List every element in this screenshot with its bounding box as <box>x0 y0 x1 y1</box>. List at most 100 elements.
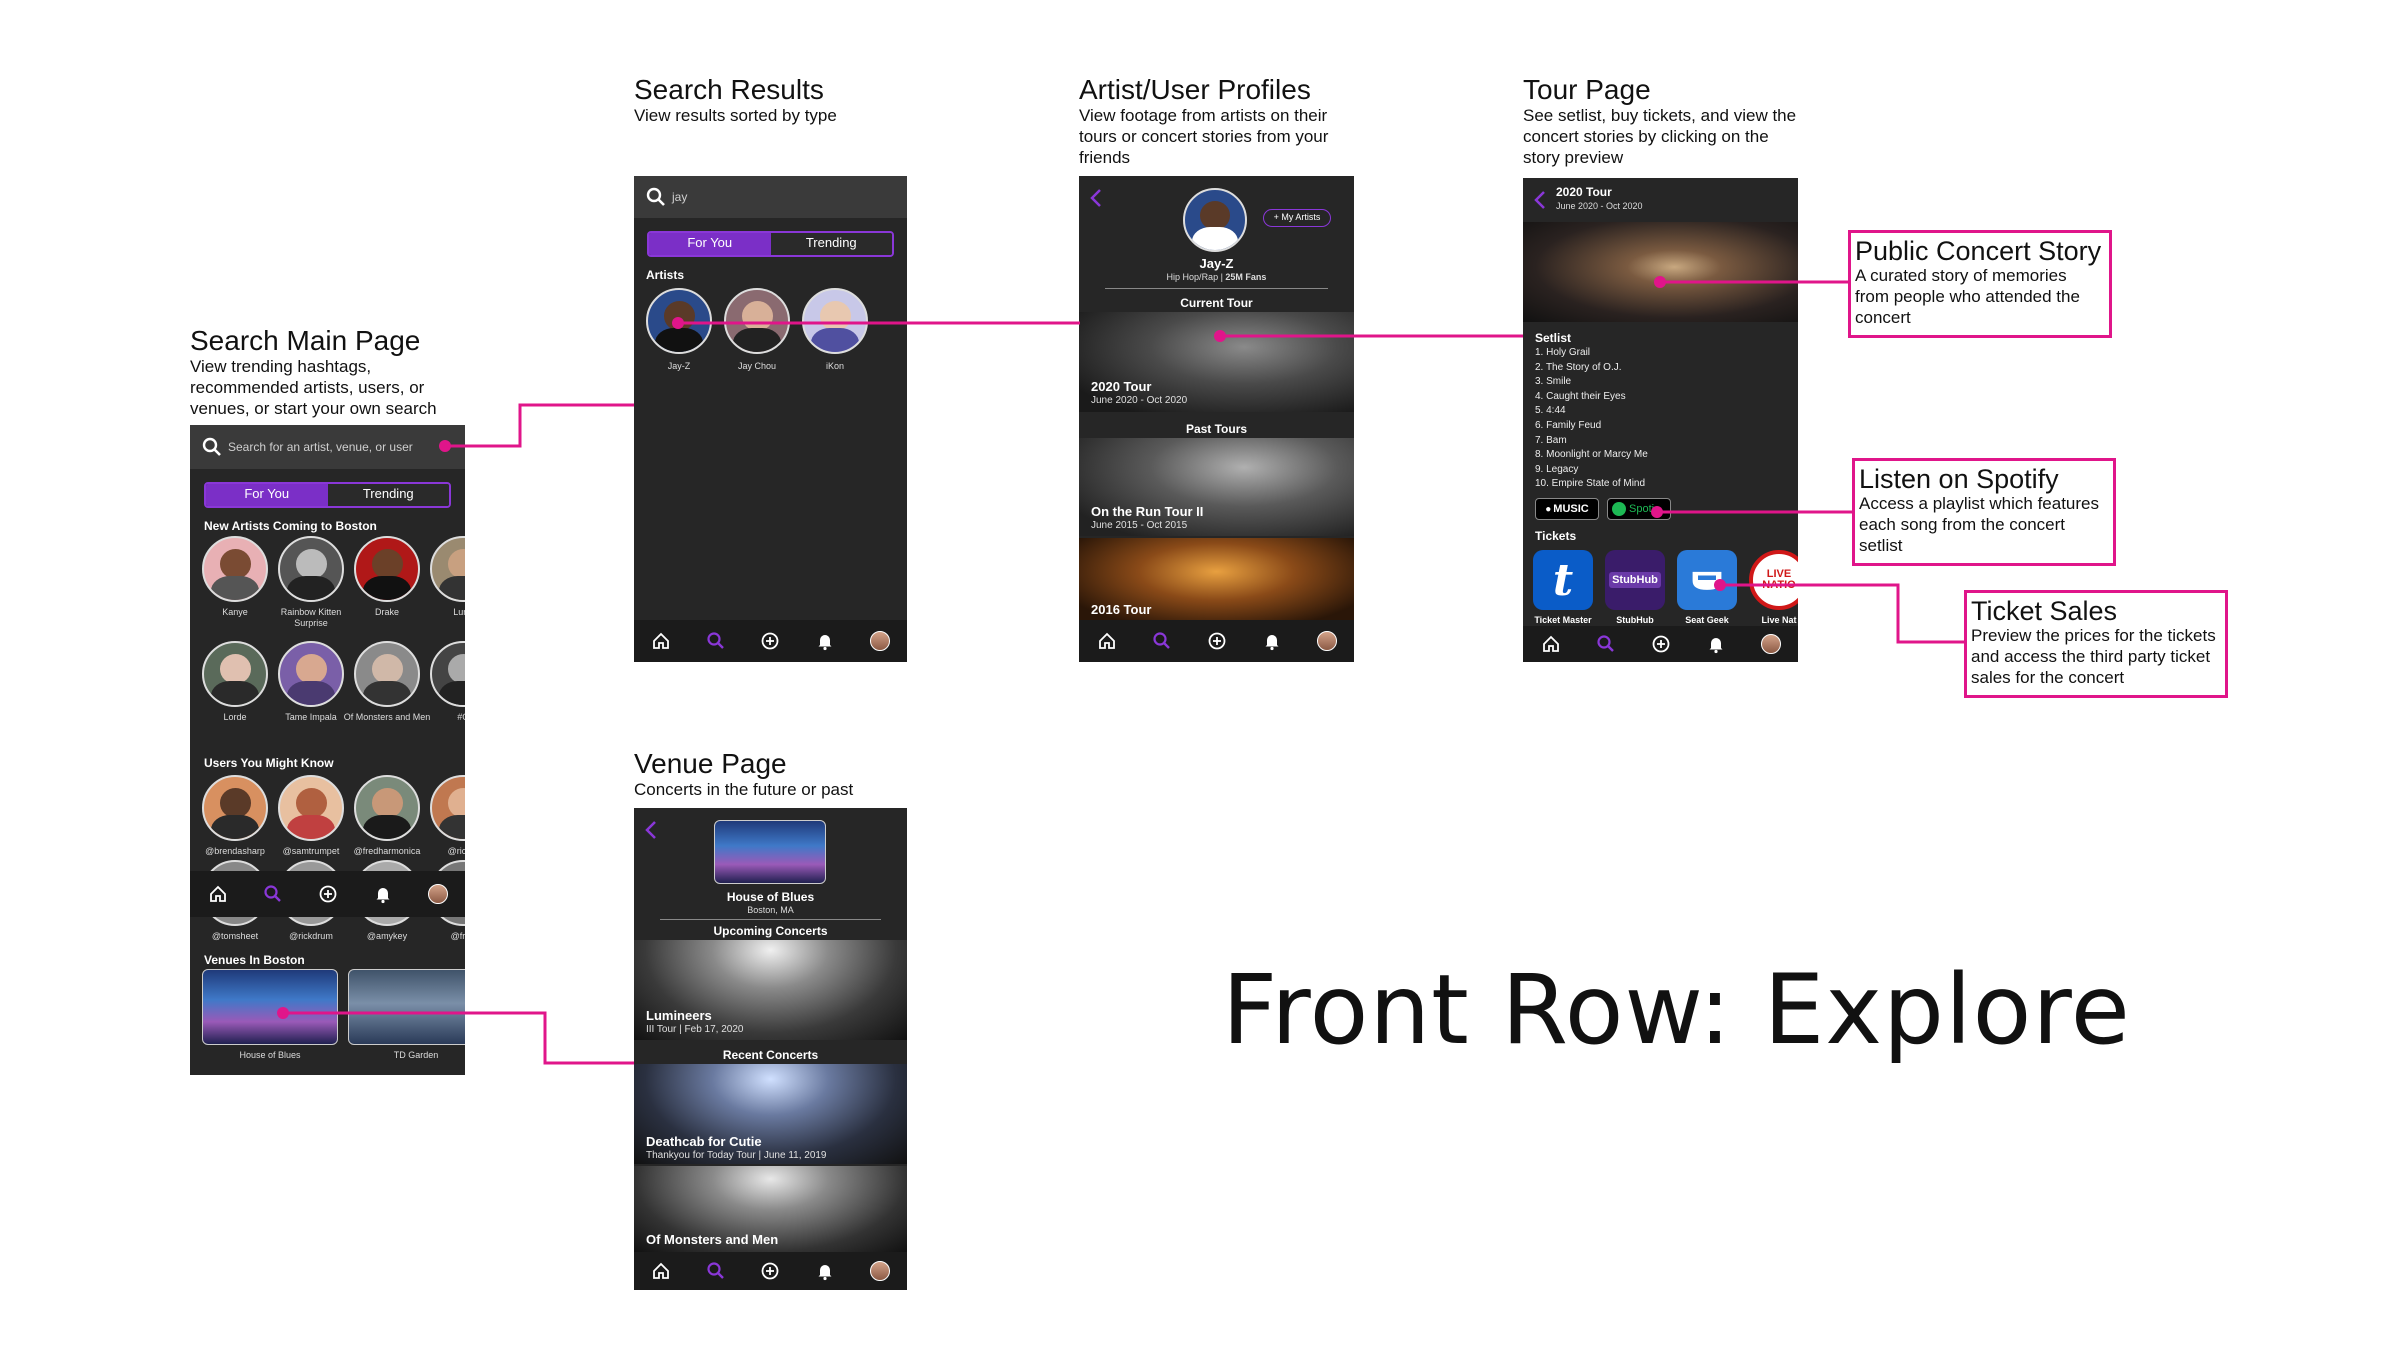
artist-avatar-rainbow-kitten-surprise[interactable] <box>278 536 344 602</box>
concert-card[interactable]: Deathcab for Cutie Thankyou for Today To… <box>634 1064 907 1164</box>
artist-name: iKon <box>825 361 844 371</box>
current-tour-card[interactable]: 2020 Tour June 2020 - Oct 2020 <box>1079 312 1354 412</box>
search-main-phone: Search for an artist, venue, or user For… <box>190 425 465 1075</box>
concert-card[interactable]: Lumineers III Tour | Feb 17, 2020 <box>634 940 907 1040</box>
connector-search-to-results <box>445 403 634 448</box>
past-tour-card[interactable]: 2016 Tour <box>1079 538 1354 622</box>
add-icon[interactable] <box>760 1261 780 1281</box>
bell-icon[interactable] <box>815 631 835 651</box>
bell-icon[interactable] <box>1706 634 1726 654</box>
livenation-logo[interactable]: LIVE NATIO <box>1749 550 1798 610</box>
venue-page-title: Venue Page <box>634 748 787 779</box>
search-icon[interactable] <box>1596 634 1616 654</box>
bottom-nav <box>1079 620 1354 662</box>
tab-for-you[interactable]: For You <box>649 233 771 255</box>
stubhub-logo[interactable]: StubHub <box>1605 550 1665 610</box>
for-you-trending-toggle[interactable]: For You Trending <box>204 482 451 508</box>
bottom-nav <box>190 871 465 917</box>
home-icon[interactable] <box>651 1261 671 1281</box>
setlist-item: 3. Smile <box>1535 376 1572 388</box>
search-icon[interactable] <box>706 631 726 651</box>
seatgeek-logo[interactable] <box>1677 550 1737 610</box>
search-icon[interactable] <box>706 1261 726 1281</box>
for-you-trending-toggle[interactable]: For You Trending <box>647 231 894 257</box>
user-avatar[interactable] <box>278 775 344 841</box>
back-chevron-icon[interactable] <box>1533 190 1547 210</box>
public-story-preview[interactable] <box>1523 222 1798 322</box>
artist-avatar-jay-z[interactable] <box>646 288 712 354</box>
back-chevron-icon[interactable] <box>1089 188 1103 208</box>
profile-avatar[interactable] <box>869 631 890 651</box>
spotify-button[interactable]: Spoti <box>1607 498 1671 520</box>
callout-desc: A curated story of memories from people … <box>1855 266 2080 327</box>
home-icon[interactable] <box>1097 631 1117 651</box>
artist-avatar-lumineers[interactable] <box>430 536 465 602</box>
user-avatar[interactable] <box>202 775 268 841</box>
user-avatar[interactable] <box>354 775 420 841</box>
search-icon[interactable] <box>263 884 283 904</box>
user-avatar[interactable] <box>430 775 465 841</box>
add-icon[interactable] <box>1207 631 1227 651</box>
artist-avatar-drake[interactable] <box>354 536 420 602</box>
bell-icon[interactable] <box>373 884 393 904</box>
bell-icon[interactable] <box>815 1261 835 1281</box>
tickets-label: Tickets <box>1535 529 1577 543</box>
search-icon[interactable] <box>1152 631 1172 651</box>
setlist-item: 2. The Story of O.J. <box>1535 361 1622 373</box>
apple-icon: ● <box>1545 503 1552 515</box>
search-input[interactable]: jay <box>672 190 687 204</box>
setlist: 1. Holy Grail 2. The Story of O.J. 3. Sm… <box>1535 346 1648 492</box>
artist-name: Jay-Z <box>1199 256 1234 271</box>
venue-card-td-garden[interactable] <box>348 969 465 1045</box>
artist-avatar-jay-chou[interactable] <box>724 288 790 354</box>
callout-title: Public Concert Story <box>1855 236 2102 266</box>
ticketmaster-logo[interactable]: t <box>1533 550 1593 610</box>
concert-title: Of Monsters and Men <box>646 1232 779 1247</box>
artist-avatar-of-monsters-and-men[interactable] <box>354 641 420 707</box>
tour-dates: June 2020 - Oct 2020 <box>1556 201 1643 211</box>
artists-label: Artists <box>646 268 685 282</box>
search-input[interactable]: Search for an artist, venue, or user <box>228 440 413 454</box>
callout-desc: Access a playlist which features each so… <box>1859 494 2099 555</box>
artist-avatar-more[interactable] <box>430 641 465 707</box>
callout-spotify: Listen on Spotify Access a playlist whic… <box>1852 458 2116 566</box>
home-icon[interactable] <box>208 884 228 904</box>
add-icon[interactable] <box>760 631 780 651</box>
tour-page-phone: 2020 Tour June 2020 - Oct 2020 Setlist 1… <box>1523 178 1798 662</box>
search-bar[interactable]: Search for an artist, venue, or user <box>190 425 465 469</box>
artist-avatar-lorde[interactable] <box>202 641 268 707</box>
bell-icon[interactable] <box>1262 631 1282 651</box>
venue-name: House of Blues <box>239 1050 301 1060</box>
artist-name: Lumi <box>453 607 465 617</box>
artist-avatar-ikon[interactable] <box>802 288 868 354</box>
concert-title: Deathcab for Cutie <box>646 1134 762 1149</box>
profile-avatar[interactable] <box>1316 631 1337 651</box>
venue-name: TD Garden <box>393 1050 439 1060</box>
divider <box>1105 288 1328 289</box>
profile-avatar[interactable] <box>427 884 448 904</box>
search-bar[interactable]: jay <box>634 176 907 218</box>
venue-page-desc: Concerts in the future or past <box>634 780 854 799</box>
add-icon[interactable] <box>1651 634 1671 654</box>
tab-trending[interactable]: Trending <box>327 484 449 506</box>
home-icon[interactable] <box>1541 634 1561 654</box>
tab-trending[interactable]: Trending <box>770 233 892 255</box>
past-tour-card[interactable]: On the Run Tour II June 2015 - Oct 2015 <box>1079 438 1354 536</box>
tab-for-you[interactable]: For You <box>206 484 328 506</box>
apple-music-button[interactable]: ● MUSIC <box>1535 498 1599 520</box>
venue-card-house-of-blues[interactable] <box>202 969 338 1045</box>
artist-avatar-kanye[interactable] <box>202 536 268 602</box>
current-tour-label: Current Tour <box>1079 296 1354 312</box>
add-icon[interactable] <box>318 884 338 904</box>
artist-name: Jay Chou <box>737 361 777 371</box>
seatgeek-icon <box>1692 571 1722 590</box>
artist-profiles-title: Artist/User Profiles <box>1079 74 1311 105</box>
artist-avatar-tame-impala[interactable] <box>278 641 344 707</box>
artist-name: #C <box>457 712 465 722</box>
profile-avatar[interactable] <box>1760 634 1781 654</box>
back-chevron-icon[interactable] <box>644 820 658 840</box>
profile-avatar[interactable] <box>869 1261 890 1281</box>
home-icon[interactable] <box>651 631 671 651</box>
add-my-artists-button[interactable]: + My Artists <box>1263 209 1331 227</box>
concert-card[interactable]: Of Monsters and Men <box>634 1166 907 1252</box>
